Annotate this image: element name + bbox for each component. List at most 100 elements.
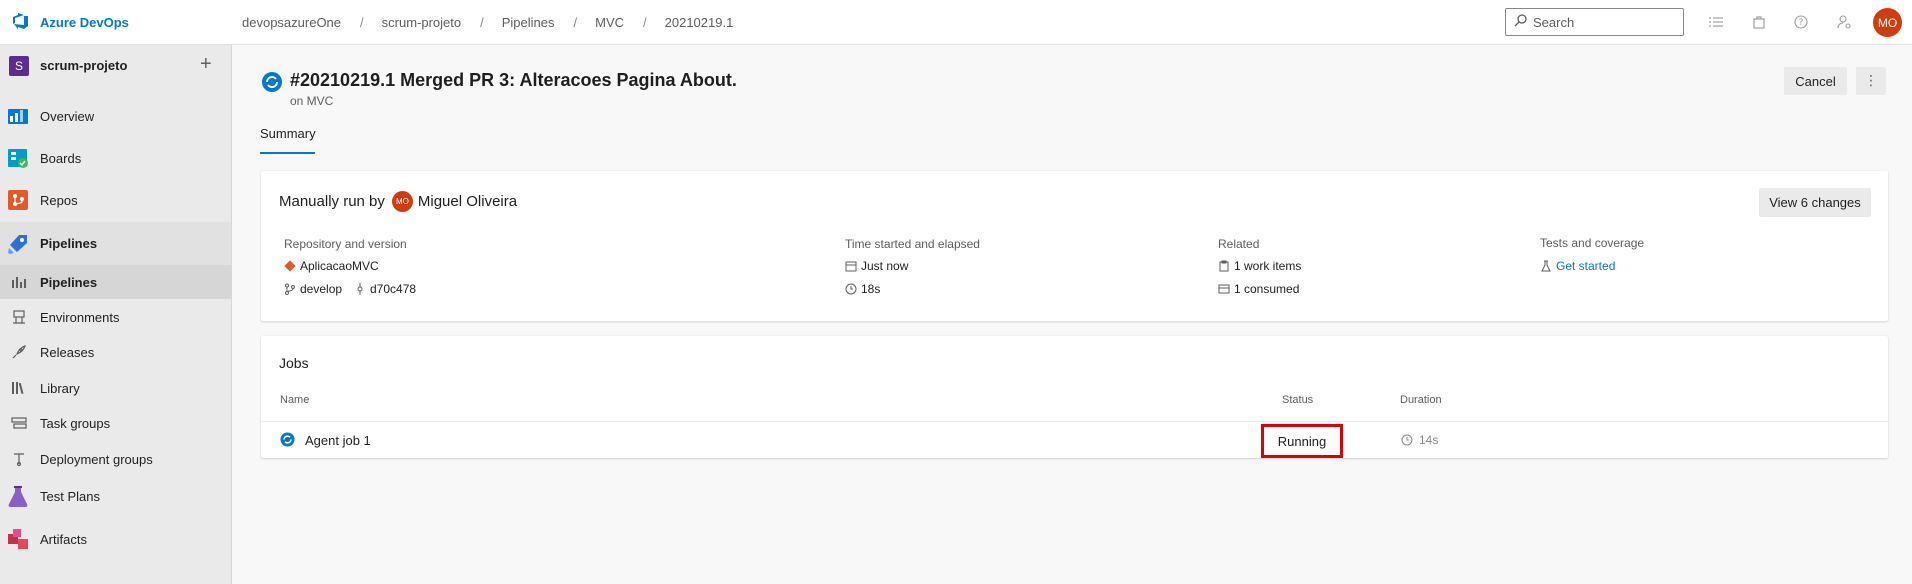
work-items-text: 1 work items — [1234, 259, 1302, 273]
elapsed-text: 18s — [861, 282, 881, 296]
elapsed-time: 18s — [845, 282, 880, 296]
tab-active-indicator — [260, 152, 315, 154]
user-avatar[interactable]: MO — [1873, 8, 1902, 37]
job-running-icon — [280, 432, 295, 447]
column-header-status: Status — [1282, 394, 1314, 406]
job-status-text: Running — [1277, 433, 1327, 449]
sidebar-subitem-deployment-groups[interactable]: Deployment groups — [0, 444, 231, 474]
sidebar-item-label: Pipelines — [40, 274, 98, 290]
sidebar-item-label: Releases — [40, 344, 95, 360]
sidebar-item-pipelines[interactable]: Pipelines — [0, 222, 231, 265]
search-icon — [1514, 14, 1527, 30]
view-changes-button[interactable]: View 6 changes — [1759, 188, 1871, 217]
tests-label: Tests and coverage — [1540, 236, 1645, 250]
sidebar-item-repos[interactable]: Repos — [0, 185, 231, 215]
cancel-button[interactable]: Cancel — [1784, 67, 1847, 95]
consumed-link[interactable]: 1 consumed — [1218, 282, 1299, 296]
work-item-icon — [1218, 260, 1230, 272]
sidebar-item-overview[interactable]: Overview — [0, 101, 231, 131]
search-box[interactable] — [1505, 8, 1684, 36]
boards-icon — [7, 147, 29, 169]
breadcrumb-pipeline[interactable]: MVC — [595, 15, 624, 30]
sidebar-subitem-environments[interactable]: Environments — [0, 302, 231, 332]
sidebar-item-label: Deployment groups — [40, 451, 153, 467]
job-duration: 14s — [1401, 433, 1438, 447]
help-icon[interactable]: ? — [1791, 12, 1811, 32]
repo-name[interactable]: AplicacaoMVC — [284, 259, 379, 273]
breadcrumb: devopsazureOne / scrum-projeto / Pipelin… — [242, 15, 733, 30]
releases-rocket-icon — [11, 344, 27, 360]
git-repo-icon — [284, 260, 296, 272]
work-items-link[interactable]: 1 work items — [1218, 259, 1301, 273]
time-label: Time started and elapsed — [845, 237, 980, 251]
deployment-groups-icon — [11, 451, 27, 467]
breadcrumb-project[interactable]: scrum-projeto — [382, 15, 461, 30]
repos-icon — [7, 189, 29, 211]
add-icon[interactable]: + — [200, 54, 212, 74]
sidebar-item-label: Library — [40, 380, 80, 396]
branch-icon — [284, 283, 296, 295]
project-badge: S — [9, 56, 29, 76]
column-header-duration: Duration — [1400, 394, 1442, 406]
sidebar-item-label: Overview — [40, 108, 95, 124]
sidebar-item-boards[interactable]: Boards — [0, 143, 231, 173]
sidebar-item-artifacts[interactable]: Artifacts — [0, 522, 231, 556]
test-plans-flask-icon — [7, 485, 29, 507]
user-settings-icon[interactable] — [1834, 12, 1854, 32]
more-actions-button[interactable]: ⋮ — [1856, 67, 1886, 95]
repo-name-text: AplicacaoMVC — [300, 259, 379, 273]
environments-icon — [11, 309, 27, 325]
breadcrumb-pipelines[interactable]: Pipelines — [502, 15, 555, 30]
commit-icon — [354, 283, 366, 295]
page-title: #20210219.1 Merged PR 3: Alteracoes Pagi… — [290, 70, 737, 90]
run-summary-card: Manually run by MO Miguel Oliveira View … — [261, 171, 1888, 321]
commit-id[interactable]: d70c478 — [354, 282, 416, 296]
column-header-name: Name — [280, 394, 310, 406]
branch-text: develop — [300, 282, 343, 296]
related-label: Related — [1218, 237, 1260, 251]
breadcrumb-organization[interactable]: devopsazureOne — [242, 15, 341, 30]
run-user-avatar: MO — [391, 191, 413, 212]
breadcrumb-separator: / — [360, 15, 364, 30]
repo-label: Repository and version — [284, 237, 407, 251]
sidebar-subitem-task-groups[interactable]: Task groups — [0, 408, 231, 438]
brand[interactable]: Azure DevOps — [11, 12, 129, 33]
job-name[interactable]: Agent job 1 — [305, 433, 371, 448]
run-user-name[interactable]: Miguel Oliveira — [418, 193, 517, 210]
task-groups-icon — [11, 415, 27, 431]
get-started-link[interactable]: Get started — [1540, 259, 1615, 273]
job-duration-text: 14s — [1419, 433, 1439, 447]
run-in-progress-icon — [261, 71, 283, 93]
sidebar-item-label: Test Plans — [40, 488, 100, 504]
artifacts-icon — [7, 528, 29, 550]
sidebar-item-label: Pipelines — [40, 236, 98, 251]
clock-icon — [1401, 434, 1413, 446]
task-list-icon[interactable] — [1706, 12, 1726, 32]
project-header[interactable]: S scrum-projeto + — [0, 45, 231, 87]
breadcrumb-run[interactable]: 20210219.1 — [665, 15, 734, 30]
sidebar-item-label: Environments — [40, 309, 120, 325]
branch-name[interactable]: develop — [284, 282, 342, 296]
sidebar: S scrum-projeto + Overview Boards Repos … — [0, 45, 232, 584]
manual-run-info: Manually run by MO Miguel Oliveira — [279, 191, 517, 212]
breadcrumb-separator: / — [573, 15, 578, 30]
commit-text: d70c478 — [370, 282, 417, 296]
sidebar-item-label: Boards — [40, 150, 82, 166]
pipelines-sub-icon — [11, 274, 27, 290]
sidebar-subitem-library[interactable]: Library — [0, 373, 231, 403]
tab-summary[interactable]: Summary — [260, 126, 316, 141]
get-started-text: Get started — [1556, 259, 1616, 273]
search-input[interactable] — [1533, 14, 1673, 30]
table-row[interactable]: Agent job 1 Running 14s — [261, 421, 1888, 458]
svg-text:?: ? — [1799, 18, 1804, 28]
sidebar-item-test-plans[interactable]: Test Plans — [0, 479, 231, 513]
sidebar-subitem-pipelines[interactable]: Pipelines — [0, 265, 231, 299]
marketplace-bag-icon[interactable] — [1749, 12, 1769, 32]
project-name: scrum-projeto — [40, 58, 128, 73]
started-time: Just now — [845, 259, 908, 273]
sidebar-item-label: Task groups — [40, 415, 111, 431]
sidebar-subitem-releases[interactable]: Releases — [0, 337, 231, 367]
breadcrumb-separator: / — [643, 15, 647, 30]
calendar-icon — [845, 260, 857, 272]
jobs-card: Jobs Name Status Duration Agent job 1 Ru… — [261, 336, 1888, 458]
